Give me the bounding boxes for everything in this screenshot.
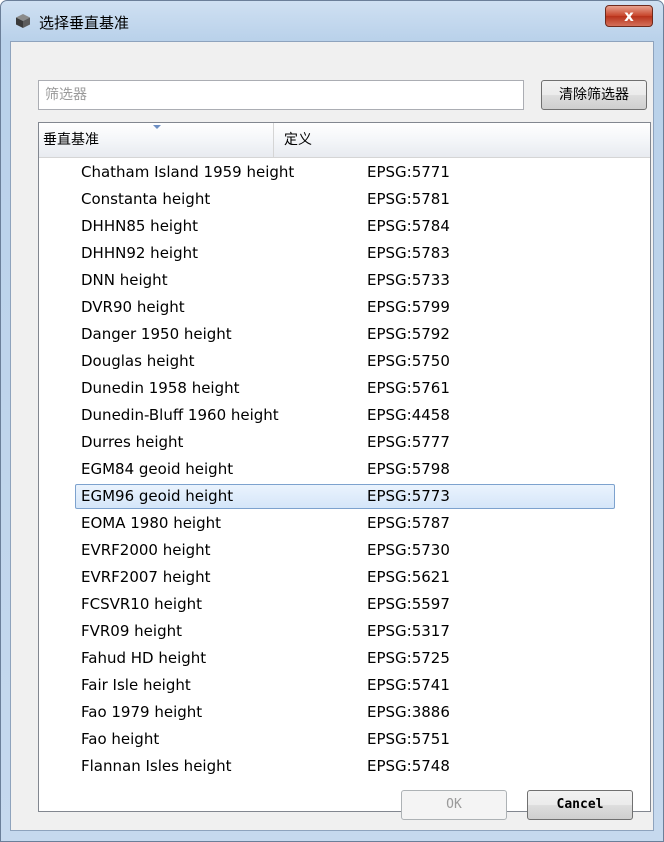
row-datum-name: Fahud HD height [81,649,207,667]
row-definition: EPSG:5730 [367,541,450,559]
row-definition: EPSG:3886 [367,703,450,721]
table-row[interactable]: Fahud HD height EPSG:5725 [39,645,650,672]
table-row[interactable]: Fao height EPSG:5751 [39,726,650,753]
row-datum-name: DHHN92 height [81,244,198,262]
row-definition: EPSG:5725 [367,649,450,667]
row-datum-name: Dunedin-Bluff 1960 height [81,406,279,424]
row-definition: EPSG:5783 [367,244,450,262]
row-datum-name: EGM96 geoid height [81,487,234,505]
table-row[interactable]: Dunedin 1958 height EPSG:5761 [39,375,650,402]
table-row[interactable]: DHHN92 height EPSG:5783 [39,240,650,267]
row-definition: EPSG:5750 [367,352,450,370]
row-datum-name: Flannan Isles height [81,757,232,775]
table-row[interactable]: EGM96 geoid height EPSG:5773 [39,483,650,510]
table-row[interactable]: Dunedin-Bluff 1960 height EPSG:4458 [39,402,650,429]
table-row[interactable]: EVRF2000 height EPSG:5730 [39,537,650,564]
table-row[interactable]: Durres height EPSG:5777 [39,429,650,456]
row-definition: EPSG:5792 [367,325,450,343]
close-icon: x [624,7,634,25]
row-definition: EPSG:5733 [367,271,450,289]
sort-arrow-icon [153,125,161,129]
row-definition: EPSG:5748 [367,757,450,775]
cube-app-icon [16,14,30,28]
window-title: 选择垂直基准 [39,14,130,32]
table-row[interactable]: EGM84 geoid height EPSG:5798 [39,456,650,483]
row-datum-name: Fao height [81,730,160,748]
row-definition: EPSG:5781 [367,190,450,208]
row-datum-name: FVR09 height [81,622,182,640]
table-row[interactable]: DVR90 height EPSG:5799 [39,294,650,321]
row-definition: EPSG:5621 [367,568,450,586]
ok-button[interactable]: OK [401,790,507,820]
row-datum-name: DHHN85 height [81,217,198,235]
row-datum-name: Danger 1950 height [81,325,232,343]
row-datum-name: Constanta height [81,190,211,208]
table-row[interactable]: Constanta height EPSG:5781 [39,186,650,213]
dialog-window: 选择垂直基准 x 清除筛选器 垂直基准 定义 Chatham Island 19… [0,0,664,842]
row-datum-name: DNN height [81,271,168,289]
dialog-body: 清除筛选器 垂直基准 定义 Chatham Island 1959 height… [10,41,654,831]
row-datum-name: Douglas height [81,352,195,370]
table-row[interactable]: Chatham Island 1959 height EPSG:5771 [39,159,650,186]
row-definition: EPSG:5771 [367,163,450,181]
cancel-button[interactable]: Cancel [527,790,633,820]
row-definition: EPSG:5751 [367,730,450,748]
table-row[interactable]: DHHN85 height EPSG:5784 [39,213,650,240]
list-header: 垂直基准 定义 [39,123,650,158]
table-row[interactable]: Fao 1979 height EPSG:3886 [39,699,650,726]
list-rows: Chatham Island 1959 height EPSG:5771 Const… [39,159,650,780]
row-definition: EPSG:5773 [367,487,450,505]
row-definition: EPSG:5799 [367,298,450,316]
row-datum-name: Fair Isle height [81,676,191,694]
table-row[interactable]: Douglas height EPSG:5750 [39,348,650,375]
row-datum-name: Fao 1979 height [81,703,203,721]
row-definition: EPSG:5317 [367,622,450,640]
title-bar[interactable]: 选择垂直基准 x [1,1,663,41]
row-datum-name: FCSVR10 height [81,595,202,613]
table-row[interactable]: FCSVR10 height EPSG:5597 [39,591,650,618]
column-header-definition[interactable]: 定义 [274,123,650,157]
row-datum-name: Chatham Island 1959 height [81,163,295,181]
table-row[interactable]: DNN height EPSG:5733 [39,267,650,294]
table-row[interactable]: EVRF2007 height EPSG:5621 [39,564,650,591]
table-row[interactable]: Danger 1950 height EPSG:5792 [39,321,650,348]
table-row[interactable]: Flannan Isles height EPSG:5748 [39,753,650,780]
close-button[interactable]: x [605,5,653,27]
row-definition: EPSG:5741 [367,676,450,694]
row-datum-name: EOMA 1980 height [81,514,222,532]
row-definition: EPSG:4458 [367,406,450,424]
row-definition: EPSG:5798 [367,460,450,478]
vertical-datum-list[interactable]: 垂直基准 定义 Chatham Island 1959 height EPSG:5… [38,122,651,812]
row-datum-name: EVRF2000 height [81,541,211,559]
row-datum-name: Dunedin 1958 height [81,379,240,397]
table-row[interactable]: FVR09 height EPSG:5317 [39,618,650,645]
row-definition: EPSG:5597 [367,595,450,613]
table-row[interactable]: Fair Isle height EPSG:5741 [39,672,650,699]
filter-input[interactable] [38,80,524,110]
row-definition: EPSG:5784 [367,217,450,235]
row-datum-name: Durres height [81,433,184,451]
row-datum-name: EVRF2007 height [81,568,211,586]
row-definition: EPSG:5777 [367,433,450,451]
clear-filter-button[interactable]: 清除筛选器 [541,80,647,110]
row-definition: EPSG:5761 [367,379,450,397]
row-datum-name: EGM84 geoid height [81,460,234,478]
table-row[interactable]: EOMA 1980 height EPSG:5787 [39,510,650,537]
row-datum-name: DVR90 height [81,298,185,316]
row-definition: EPSG:5787 [367,514,450,532]
